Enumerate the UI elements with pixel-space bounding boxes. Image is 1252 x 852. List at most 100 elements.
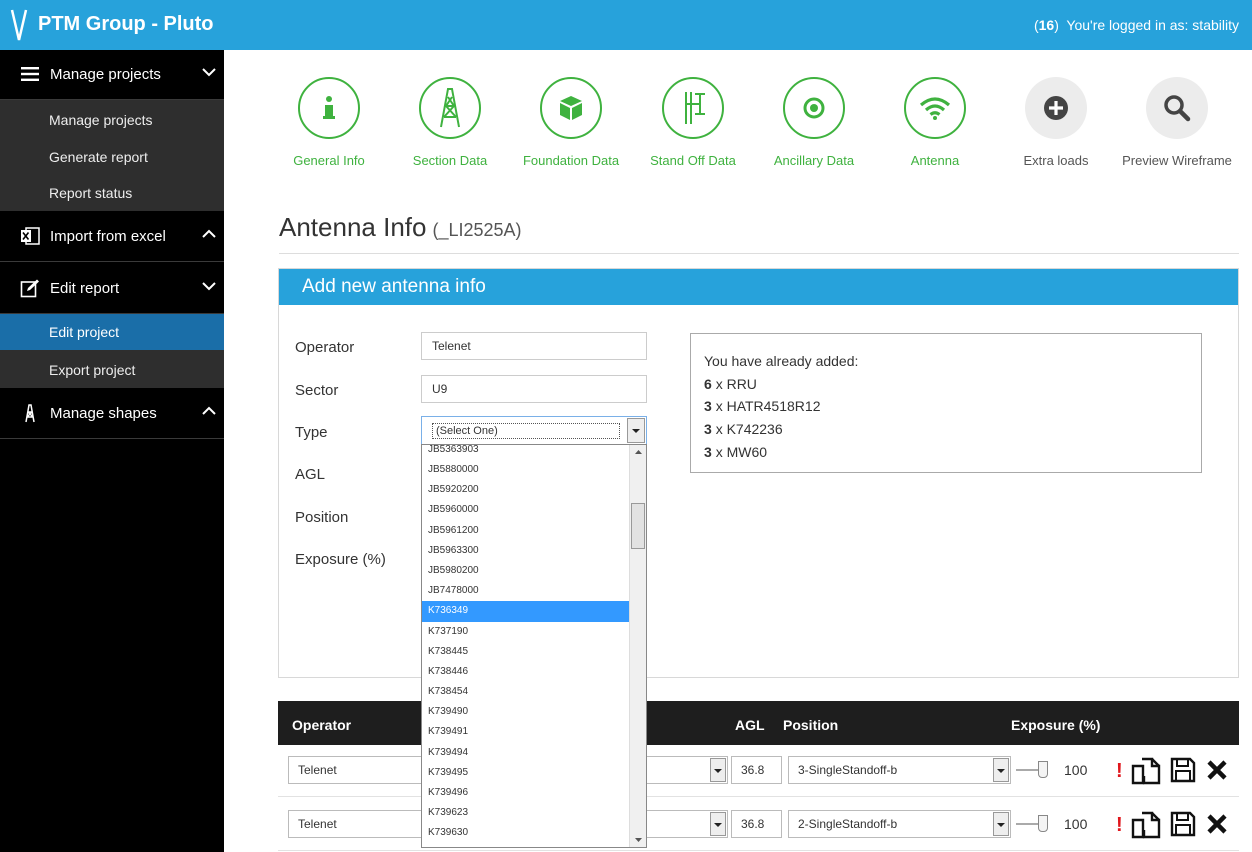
exposure-slider-handle[interactable]	[1038, 761, 1048, 778]
sidebar-submenu-manage-projects: Manage projects Generate report Report s…	[0, 100, 224, 211]
sidebar-item-generate-report[interactable]: Generate report	[0, 139, 224, 175]
col-position[interactable]: Position	[783, 717, 838, 733]
step-label: Section Data	[412, 153, 488, 168]
wifi-icon	[919, 97, 951, 120]
warning-icon[interactable]: !	[1116, 759, 1126, 783]
login-text: You're logged in as: stability	[1066, 17, 1239, 33]
step-foundation-data[interactable]: Foundation Data	[516, 77, 626, 170]
added-summary-box: You have already added: 6 x RRU 3 x HATR…	[690, 333, 1202, 473]
tower-icon	[440, 88, 460, 128]
dropdown-option[interactable]: K738445	[422, 642, 629, 662]
dropdown-option[interactable]: K736349	[422, 601, 629, 622]
select-button[interactable]	[993, 758, 1009, 782]
dropdown-arrow-icon	[714, 769, 722, 773]
dropdown-option[interactable]: JB5880000	[422, 460, 629, 480]
dropdown-arrow-icon	[997, 769, 1005, 773]
sector-input[interactable]: U9	[421, 375, 647, 403]
dropdown-option[interactable]: K739630	[422, 823, 629, 843]
step-circle	[419, 77, 481, 139]
step-section-data[interactable]: Section Data	[395, 77, 505, 170]
step-label: General Info	[293, 153, 365, 168]
sidebar-item-export-project[interactable]: Export project	[0, 352, 224, 388]
brand-title[interactable]: PTM Group - Pluto	[38, 13, 214, 36]
row-agl-input[interactable]: 36.8	[731, 756, 782, 784]
summary-line: 6 x RRU	[704, 375, 757, 392]
dropdown-option[interactable]: K739490	[422, 702, 629, 722]
type-label: Type	[295, 424, 328, 441]
col-operator[interactable]: Operator	[292, 717, 351, 733]
dropdown-option[interactable]: JB5963300	[422, 541, 629, 561]
menu-icon	[21, 67, 39, 81]
dropdown-option[interactable]: K738446	[422, 662, 629, 682]
dropdown-option[interactable]: K739496	[422, 783, 629, 803]
agl-label: AGL	[295, 466, 326, 483]
scroll-down-arrow-icon[interactable]	[630, 833, 647, 847]
row-position-select[interactable]: 2-SingleStandoff-b	[788, 810, 1011, 838]
login-status: (16) You're logged in as: stability	[1033, 17, 1239, 33]
row-agl-input[interactable]: 36.8	[731, 810, 782, 838]
operator-input[interactable]: Telenet	[421, 332, 647, 360]
step-label: Foundation Data	[522, 153, 620, 168]
dropdown-option[interactable]: K739494	[422, 743, 629, 763]
scrollbar-thumb[interactable]	[631, 503, 645, 549]
sidebar-item-manage-projects[interactable]: Manage projects	[0, 102, 224, 138]
dropdown-option[interactable]: K738454	[422, 682, 629, 702]
summary-line: 3 x MW60	[704, 443, 768, 460]
sidebar-item-report-status[interactable]: Report status	[0, 175, 224, 211]
step-label: Preview Wireframe	[1122, 153, 1232, 168]
delete-icon[interactable]	[1206, 759, 1228, 781]
step-circle	[1025, 77, 1087, 139]
row-position-select[interactable]: 3-SingleStandoff-b	[788, 756, 1011, 784]
dropdown-option[interactable]: JB5960000	[422, 500, 629, 520]
chevron-up-icon	[202, 229, 216, 238]
dropdown-option[interactable]: JB5363903	[422, 445, 629, 460]
type-select[interactable]: (Select One)	[421, 416, 647, 445]
sidebar-section-manage-projects[interactable]: Manage projects	[0, 50, 224, 100]
warning-icon[interactable]: !	[1116, 813, 1126, 837]
step-label: Antenna	[910, 153, 960, 168]
dropdown-option[interactable]: JB7478000	[422, 581, 629, 601]
dropdown-option[interactable]: K739623	[422, 803, 629, 823]
scroll-up-arrow-icon[interactable]	[630, 445, 647, 459]
copy-icon[interactable]	[1130, 757, 1162, 785]
step-antenna[interactable]: Antenna	[880, 77, 990, 170]
select-button[interactable]	[710, 758, 726, 782]
col-exposure[interactable]: Exposure (%)	[1011, 717, 1100, 733]
col-agl[interactable]: AGL	[735, 717, 765, 733]
step-general-info[interactable]: General Info	[274, 77, 384, 170]
step-ancillary-data[interactable]: Ancillary Data	[759, 77, 869, 170]
step-stand-off-data[interactable]: Stand Off Data	[638, 77, 748, 170]
dropdown-option[interactable]: K739491	[422, 722, 629, 742]
type-dropdown-list[interactable]: JB5363903 JB5880000 JB5920200 JB5960000 …	[421, 444, 647, 848]
exposure-label: Exposure (%)	[295, 551, 386, 568]
step-preview-wireframe[interactable]: Preview Wireframe	[1122, 77, 1232, 170]
exposure-slider-handle[interactable]	[1038, 815, 1048, 832]
select-button[interactable]	[993, 812, 1009, 836]
dropdown-option[interactable]: JB5980200	[422, 561, 629, 581]
step-extra-loads[interactable]: Extra loads	[1001, 77, 1111, 170]
dropdown-option[interactable]: K737190	[422, 622, 629, 642]
copy-icon[interactable]	[1130, 811, 1162, 839]
sidebar-section-import-excel[interactable]: Import from excel	[0, 212, 224, 262]
save-icon[interactable]	[1170, 757, 1196, 783]
sidebar-item-edit-project[interactable]: Edit project	[0, 314, 224, 350]
dropdown-scrollbar[interactable]	[629, 445, 646, 847]
sidebar-section-manage-shapes[interactable]: Manage shapes	[0, 389, 224, 439]
dropdown-option[interactable]: JB5920200	[422, 480, 629, 500]
step-circle	[904, 77, 966, 139]
dropdown-option[interactable]: K739495	[422, 763, 629, 783]
search-icon	[1164, 95, 1191, 122]
sector-label: Sector	[295, 382, 339, 399]
delete-icon[interactable]	[1206, 813, 1228, 835]
notification-count[interactable]: 16	[1039, 17, 1055, 33]
type-select-button[interactable]	[627, 418, 645, 443]
step-circle	[298, 77, 360, 139]
sidebar-section-edit-report[interactable]: Edit report	[0, 264, 224, 314]
dropdown-option[interactable]: JB5961200	[422, 521, 629, 541]
dropdown-options: JB5363903 JB5880000 JB5920200 JB5960000 …	[422, 445, 629, 844]
save-icon[interactable]	[1170, 811, 1196, 837]
select-button[interactable]	[710, 812, 726, 836]
chevron-down-icon	[202, 282, 216, 291]
target-icon	[803, 97, 825, 119]
summary-line: 3 x HATR4518R12	[704, 398, 821, 415]
